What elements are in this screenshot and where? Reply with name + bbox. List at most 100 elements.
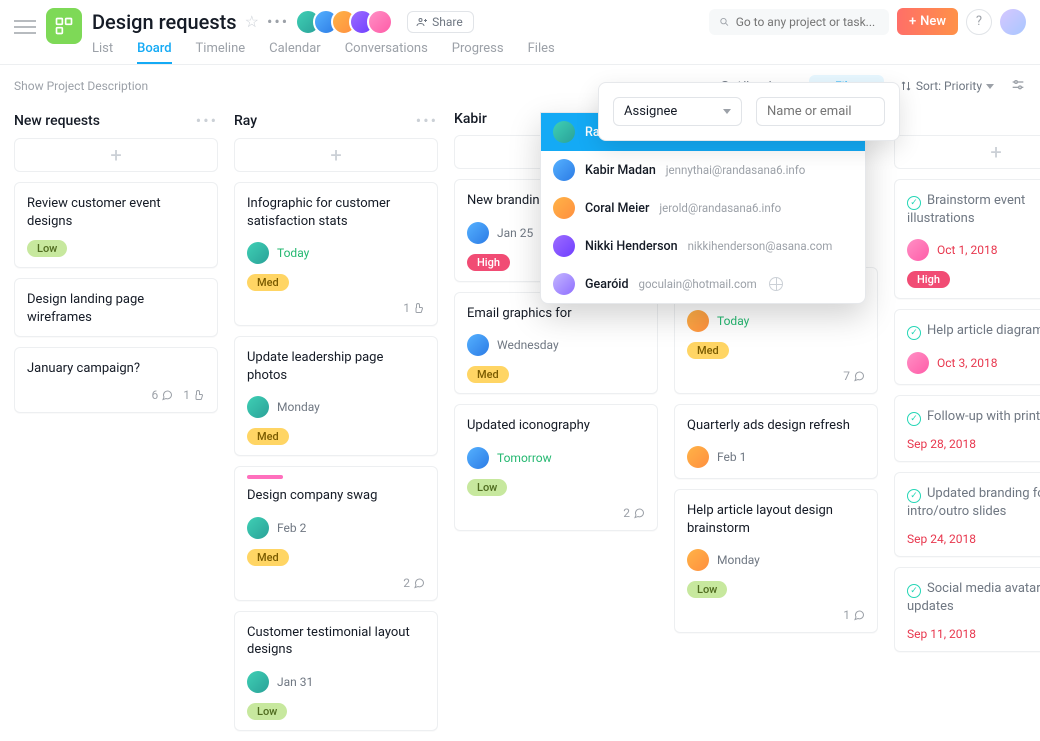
- task-title: Quarterly ads design refresh: [687, 417, 865, 435]
- share-button[interactable]: Share: [407, 11, 474, 33]
- priority-badge: High: [907, 271, 950, 288]
- priority-badge: Low: [247, 703, 287, 720]
- priority-badge: Med: [467, 366, 509, 383]
- task-card[interactable]: Review customer event designsLow: [14, 182, 218, 268]
- task-card[interactable]: ✓Updated branding for video intro/outro …: [894, 472, 1040, 557]
- suggestion-row[interactable]: Nikki Hendersonnikkihenderson@asana.com: [541, 227, 865, 265]
- avatar: [553, 121, 575, 143]
- tab-list[interactable]: List: [92, 41, 113, 64]
- check-icon: ✓: [907, 584, 921, 598]
- priority-badge: High: [467, 254, 510, 271]
- sort-icon: [900, 80, 912, 92]
- avatar: [553, 235, 575, 257]
- add-card-button[interactable]: +: [894, 135, 1040, 169]
- task-card[interactable]: Infographic for customer satisfaction st…: [234, 182, 438, 326]
- column-title: Kabir: [454, 111, 487, 127]
- task-card[interactable]: ✓Follow-up with printerSep 28, 2018: [894, 395, 1040, 463]
- like-count: 1: [403, 301, 425, 315]
- project-icon: [46, 8, 82, 44]
- project-title: Design requests: [92, 10, 237, 34]
- tab-progress[interactable]: Progress: [452, 41, 504, 64]
- new-button[interactable]: + New: [897, 8, 958, 35]
- add-card-button[interactable]: +: [234, 138, 438, 172]
- task-title: ✓Social media avatar updates: [907, 580, 1040, 615]
- project-members[interactable]: [303, 9, 393, 35]
- avatar: [553, 197, 575, 219]
- due-date: Oct 3, 2018: [937, 356, 998, 370]
- task-card[interactable]: Update leadership page photos Monday Med: [234, 336, 438, 456]
- sort-button[interactable]: Sort: Priority: [900, 79, 994, 93]
- suggestion-name: Kabir Madan: [585, 163, 656, 178]
- priority-badge: Med: [687, 342, 729, 359]
- project-actions[interactable]: •••: [267, 12, 289, 31]
- due-date: Tomorrow: [497, 451, 552, 465]
- suggestion-row[interactable]: Kabir Madanjennythai@randasana6.info: [541, 151, 865, 189]
- tab-conversations[interactable]: Conversations: [345, 41, 428, 64]
- hamburger-icon[interactable]: [14, 16, 36, 38]
- assignee-avatar: [247, 242, 269, 264]
- column-actions[interactable]: •••: [196, 111, 218, 130]
- priority-badge: Med: [247, 428, 289, 445]
- filter-value-input[interactable]: [767, 104, 874, 119]
- assignee-avatar: [467, 334, 489, 356]
- comment-count: 6: [152, 388, 174, 402]
- globe-icon: [769, 277, 783, 291]
- star-icon[interactable]: ☆: [245, 12, 259, 31]
- help-button[interactable]: ?: [966, 9, 992, 35]
- avatar: [553, 159, 575, 181]
- show-description[interactable]: Show Project Description: [14, 79, 148, 93]
- global-search[interactable]: [709, 9, 889, 35]
- tab-calendar[interactable]: Calendar: [269, 41, 321, 64]
- task-card[interactable]: Customer testimonial layout designsJan 3…: [234, 611, 438, 731]
- tab-timeline[interactable]: Timeline: [196, 41, 246, 64]
- tab-board[interactable]: Board: [137, 41, 171, 64]
- task-card[interactable]: Help article layout design brainstormMon…: [674, 489, 878, 633]
- task-card[interactable]: Email graphics forWednesdayMed: [454, 292, 658, 395]
- filter-field-dropdown[interactable]: Assignee: [613, 97, 742, 126]
- assignee-avatar: [247, 396, 269, 418]
- add-card-button[interactable]: +: [14, 138, 218, 172]
- check-icon: ✓: [907, 489, 921, 503]
- task-title: Update leadership page photos: [247, 349, 425, 384]
- task-card[interactable]: January campaign? 61: [14, 347, 218, 413]
- priority-badge: Low: [27, 240, 67, 257]
- check-icon: ✓: [907, 196, 921, 210]
- task-title: Design landing page wireframes: [27, 291, 205, 326]
- filter-value-input-wrap[interactable]: [756, 97, 885, 126]
- like-count: 1: [183, 388, 205, 402]
- assignee-avatar: [247, 517, 269, 539]
- search-input[interactable]: [736, 15, 879, 29]
- me-avatar[interactable]: [1000, 9, 1026, 35]
- suggestion-row[interactable]: Gearóidgoculain@hotmail.com: [541, 265, 865, 303]
- assignee-avatar: [687, 549, 709, 571]
- due-date: Monday: [717, 553, 760, 567]
- check-icon: ✓: [907, 326, 921, 340]
- tab-files[interactable]: Files: [528, 41, 555, 64]
- task-card[interactable]: ✓Brainstorm event illustrationsOct 1, 20…: [894, 179, 1040, 299]
- search-icon: [719, 16, 730, 28]
- due-date: Today: [717, 314, 749, 328]
- due-date: Jan 25: [497, 226, 533, 240]
- priority-badge: Med: [247, 274, 289, 291]
- board-settings-icon[interactable]: [1010, 78, 1026, 94]
- assignee-avatar: [907, 352, 929, 374]
- due-date: Sep 11, 2018: [907, 627, 976, 641]
- due-date: Sep 24, 2018: [907, 532, 976, 546]
- suggestion-row[interactable]: Coral Meierjerold@randasana6.info: [541, 189, 865, 227]
- filter-popover: Assignee: [598, 82, 900, 141]
- assignee-avatar: [467, 222, 489, 244]
- task-card[interactable]: Updated iconographyTomorrowLow2: [454, 404, 658, 531]
- task-title: January campaign?: [27, 360, 205, 378]
- column-actions[interactable]: •••: [416, 111, 438, 130]
- task-card[interactable]: ✓Help article diagramOct 3, 2018: [894, 309, 1040, 385]
- avatar: [553, 273, 575, 295]
- due-date: Wednesday: [497, 338, 559, 352]
- task-card[interactable]: Design landing page wireframes: [14, 278, 218, 337]
- task-card[interactable]: ✓Social media avatar updates Sep 11, 2018: [894, 567, 1040, 652]
- due-date: Sep 28, 2018: [907, 437, 976, 451]
- task-card[interactable]: Quarterly ads design refreshFeb 1: [674, 404, 878, 480]
- due-date: Feb 2: [277, 521, 306, 535]
- task-card[interactable]: Design company swagFeb 2Med2: [234, 466, 438, 601]
- due-date: Monday: [277, 400, 320, 414]
- task-title: Infographic for customer satisfaction st…: [247, 195, 425, 230]
